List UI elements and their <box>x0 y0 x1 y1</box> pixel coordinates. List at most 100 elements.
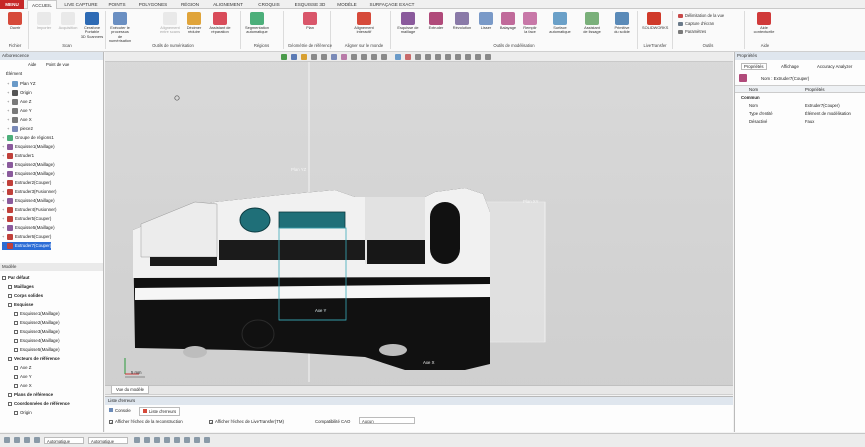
expand-icon[interactable]: + <box>2 134 6 142</box>
tree-item[interactable]: + Axe Y <box>7 107 32 115</box>
visibility-checkbox[interactable] <box>8 302 12 307</box>
view-patch-icon[interactable] <box>445 54 451 60</box>
visibility-checkbox[interactable] <box>14 410 18 415</box>
expand-icon[interactable]: + <box>2 215 6 223</box>
visibility-checkbox[interactable] <box>14 320 18 325</box>
status-filter-2-icon[interactable] <box>144 437 150 443</box>
ribbon-button-16[interactable]: Remplir la face <box>518 12 542 35</box>
expand-icon[interactable]: + <box>2 161 6 169</box>
tree-item[interactable]: + Extruder3(Fusionner) <box>2 188 56 196</box>
visibility-checkbox[interactable] <box>2 275 6 280</box>
view-mode-icon[interactable] <box>321 54 327 60</box>
view-clear-icon[interactable] <box>405 54 411 60</box>
view-section-icon[interactable] <box>485 54 491 60</box>
screenshot-tool[interactable]: Capture d'écran <box>678 21 714 26</box>
view-invert-icon[interactable] <box>415 54 421 60</box>
show-reconstruction-failure-checkbox[interactable]: Afficher l'échec de la reconstruction <box>109 419 183 424</box>
visibility-checkbox[interactable] <box>14 365 18 370</box>
expand-icon[interactable]: + <box>7 98 11 106</box>
status-mode-select-2[interactable]: Automatique <box>88 437 128 444</box>
model-item[interactable]: Plans de référence <box>8 391 53 399</box>
tree-item[interactable]: + Extruder7(Couper) <box>2 242 52 250</box>
visibility-checkbox[interactable] <box>14 338 18 343</box>
tree-item[interactable]: + Esquisse2(Maillage) <box>2 161 55 169</box>
tab-points[interactable]: POINTS <box>104 0 130 9</box>
status-tool-4-icon[interactable] <box>34 437 40 443</box>
expand-icon[interactable]: + <box>7 80 11 88</box>
view-shrink-icon[interactable] <box>435 54 441 60</box>
visibility-checkbox[interactable] <box>14 347 18 352</box>
tree-item[interactable]: + Extruder6(Couper) <box>2 233 51 241</box>
view-show-icon[interactable] <box>465 54 471 60</box>
visibility-checkbox[interactable] <box>14 329 18 334</box>
model-item[interactable]: Esquisse2(Maillage) <box>14 319 60 327</box>
status-tool-2-icon[interactable] <box>14 437 20 443</box>
property-value[interactable]: Extruder7(Couper) <box>805 103 840 108</box>
view-filter-icon[interactable] <box>395 54 401 60</box>
ribbon-button-17[interactable]: Surface automatique <box>548 12 572 35</box>
status-mode-select-1[interactable]: Automatique <box>44 437 84 444</box>
view-solid-icon[interactable] <box>341 54 347 60</box>
ribbon-button-1[interactable]: Importer <box>32 12 56 30</box>
ribbon-button-14[interactable]: Lisser <box>474 12 498 30</box>
show-livetransfer-failure-checkbox[interactable]: Afficher l'échec de LiveTransfer(TM) <box>209 419 284 424</box>
model-item[interactable]: Coordonnées de référence <box>8 400 70 408</box>
tab-croquis[interactable]: CROQUIS <box>252 0 286 9</box>
tree-item[interactable]: + Axe Z <box>7 98 31 106</box>
model-item[interactable]: Maillages <box>8 283 34 291</box>
ribbon-button-11[interactable]: Esquisse de maillage <box>396 12 420 35</box>
view-selection-icon[interactable] <box>311 54 317 60</box>
tab-surfacage-exact[interactable]: SURFAÇAGE EXACT <box>362 0 422 9</box>
ribbon-button-21[interactable]: Aide contextuelle <box>752 12 776 35</box>
ribbon-button-12[interactable]: Extruder <box>424 12 448 30</box>
visibility-checkbox[interactable] <box>8 356 12 361</box>
expand-icon[interactable]: + <box>2 152 6 160</box>
model-item[interactable]: Axe Z <box>14 364 31 372</box>
status-tool-3-icon[interactable] <box>24 437 30 443</box>
view-grow-icon[interactable] <box>425 54 431 60</box>
view-rect-icon[interactable] <box>361 54 367 60</box>
ribbon-button-19[interactable]: Primitive du solide <box>610 12 634 35</box>
property-value[interactable]: Élément de modélisation <box>805 111 851 116</box>
ribbon-button-6[interactable]: Décimer réduire <box>182 12 206 35</box>
error-list-tab[interactable]: Liste d'erreurs <box>139 407 181 416</box>
ribbon-button-15[interactable]: Balayage <box>496 12 520 30</box>
tree-viewpoint-button[interactable]: Point de vue <box>46 61 69 69</box>
tree-item[interactable]: + Extruder4(Fusionner) <box>2 206 56 214</box>
ribbon-button-20[interactable]: SOLIDWORKS <box>642 12 668 30</box>
tree-item[interactable]: + piece2 <box>7 125 33 133</box>
visibility-checkbox[interactable] <box>14 383 18 388</box>
expand-icon[interactable]: + <box>2 179 6 187</box>
expand-icon[interactable]: + <box>7 107 11 115</box>
tree-item[interactable]: + Extruder1 <box>2 152 34 160</box>
expand-icon[interactable]: + <box>2 242 6 250</box>
status-filter-4-icon[interactable] <box>164 437 170 443</box>
status-filter-1-icon[interactable] <box>134 437 140 443</box>
model-3d-view[interactable] <box>105 52 733 395</box>
model-item[interactable]: Vecteurs de référence <box>8 355 60 363</box>
visibility-checkbox[interactable] <box>8 392 12 397</box>
tab-vue-du-modele[interactable]: Vue du modèle <box>111 386 150 394</box>
tree-item[interactable]: + Extruder2(Couper) <box>2 179 51 187</box>
tab-live-capture[interactable]: LIVE CAPTURE <box>60 0 102 9</box>
tree-item[interactable]: + Plan YZ <box>7 80 36 88</box>
tree-item[interactable]: + Groupe de régions1 <box>2 134 54 142</box>
tab-proprietes[interactable]: Propriétés <box>741 63 767 70</box>
view-isolate-icon[interactable] <box>475 54 481 60</box>
tree-item[interactable]: + Esquisse1(Maillage) <box>2 143 55 151</box>
tab-menu[interactable]: MENU <box>0 0 24 9</box>
view-paint-icon[interactable] <box>381 54 387 60</box>
ribbon-button-18[interactable]: Assistant de lissage <box>580 12 604 35</box>
expand-icon[interactable]: + <box>7 116 11 124</box>
view-lasso-icon[interactable] <box>351 54 357 60</box>
model-item[interactable]: Esquisse5(Maillage) <box>14 346 60 354</box>
expand-icon[interactable]: + <box>2 170 6 178</box>
ribbon-button-13[interactable]: Révolution <box>450 12 474 30</box>
tree-item[interactable]: + Axe X <box>7 116 32 124</box>
tab-accueil[interactable]: ACCUEIL <box>27 0 57 9</box>
settings-tool[interactable]: Paramètres <box>678 29 706 34</box>
tree-item[interactable]: + Esquisse3(Maillage) <box>2 170 55 178</box>
expand-icon[interactable]: + <box>7 89 11 97</box>
tab-affichage[interactable]: Affichage <box>781 64 799 69</box>
model-item[interactable]: Esquisse <box>8 301 33 309</box>
